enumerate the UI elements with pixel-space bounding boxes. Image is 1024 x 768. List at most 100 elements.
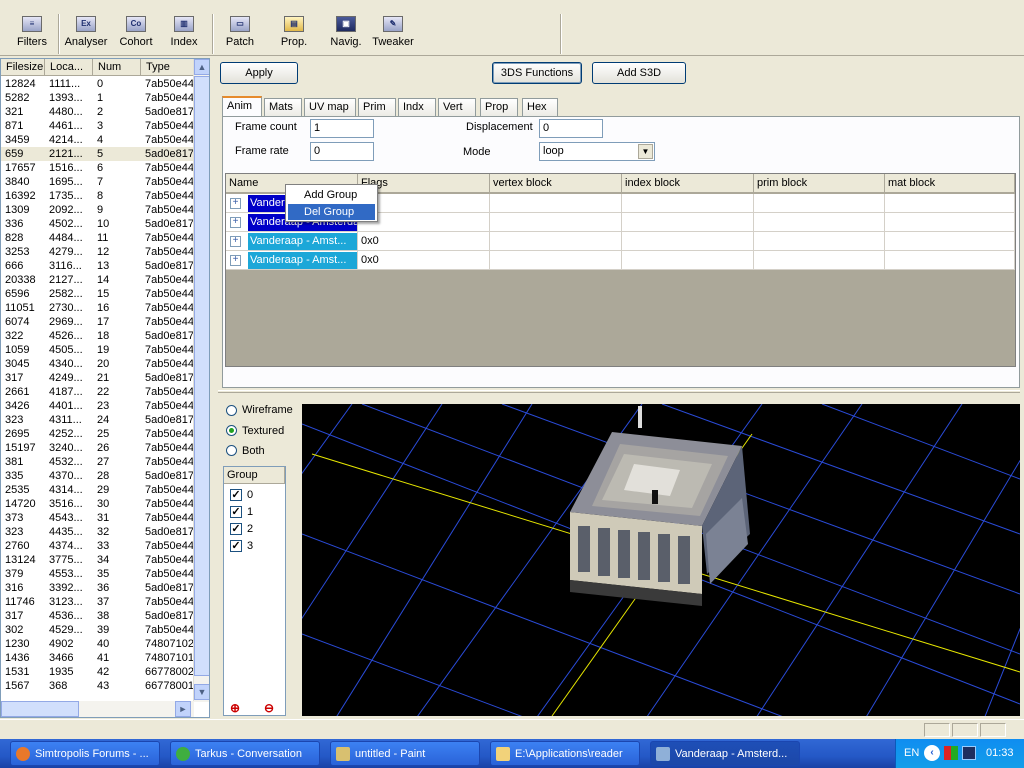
file-row[interactable]: 373 4543... 31 7ab50e44 <box>1 511 194 525</box>
filters-button[interactable]: ≡ Filters <box>10 14 54 54</box>
file-row[interactable]: 3459 4214... 4 7ab50e44 <box>1 133 194 147</box>
expand-icon[interactable]: + <box>230 198 241 209</box>
scroll-right-icon[interactable]: ► <box>175 701 191 717</box>
file-row[interactable]: 1567 368 43 66778001 <box>1 679 194 693</box>
tab-anim[interactable]: Anim <box>222 96 262 116</box>
scroll-thumb[interactable] <box>194 76 209 676</box>
del-group-menu-item[interactable]: Del Group <box>288 204 375 220</box>
column-header-location[interactable]: Loca... <box>45 59 93 76</box>
language-indicator[interactable]: EN <box>904 747 919 759</box>
viewport-canvas[interactable] <box>302 404 1020 716</box>
file-row[interactable]: 1531 1935 42 66778002 <box>1 665 194 679</box>
chevron-left-icon[interactable]: ‹ <box>924 745 940 761</box>
analyser-button[interactable]: Ex Analyser <box>62 14 110 54</box>
taskbar-item-vanderaap[interactable]: Vanderaap - Amsterd... <box>650 741 800 766</box>
file-row[interactable]: 321 4480... 2 5ad0e817 <box>1 105 194 119</box>
taskbar-item-simtropolis[interactable]: Simtropolis Forums - ... <box>10 741 160 766</box>
frame-rate-field[interactable]: 0 <box>310 142 374 161</box>
file-row[interactable]: 335 4370... 28 5ad0e817 <box>1 469 194 483</box>
group-0-checkbox[interactable]: ✓ <box>230 489 242 501</box>
vertex-block-cell[interactable] <box>490 213 622 232</box>
file-row[interactable]: 379 4553... 35 7ab50e44 <box>1 567 194 581</box>
file-row[interactable]: 16392 1735... 8 7ab50e44 <box>1 189 194 203</box>
tweaker-button[interactable]: ✎ Tweaker <box>370 14 416 54</box>
mat-block-cell[interactable] <box>885 194 1015 213</box>
file-row[interactable]: 3253 4279... 12 7ab50e44 <box>1 245 194 259</box>
mat-block-cell[interactable] <box>885 232 1015 251</box>
index-block-cell[interactable] <box>622 194 754 213</box>
index-block-cell[interactable] <box>622 232 754 251</box>
group-name[interactable]: Vanderaap - Amst... <box>248 252 357 269</box>
file-row[interactable]: 871 4461... 3 7ab50e44 <box>1 119 194 133</box>
file-row[interactable]: 11746 3123... 37 7ab50e44 <box>1 595 194 609</box>
expand-icon[interactable]: + <box>230 236 241 247</box>
column-header-filesize[interactable]: Filesize <box>1 59 45 76</box>
column-header-type[interactable]: Type <box>141 59 194 76</box>
mat-block-cell[interactable] <box>885 213 1015 232</box>
file-row[interactable]: 12824 1111... 0 7ab50e44 <box>1 77 194 91</box>
grid-header-mat-block[interactable]: mat block <box>885 174 1015 193</box>
file-row[interactable]: 336 4502... 10 5ad0e817 <box>1 217 194 231</box>
group-name[interactable]: Vanderaap - Amst... <box>248 233 357 250</box>
tab-prop[interactable]: Prop <box>480 98 518 116</box>
file-row[interactable]: 317 4249... 21 5ad0e817 <box>1 371 194 385</box>
pane-splitter[interactable] <box>218 390 1020 393</box>
mode-select[interactable]: loop ▼ <box>539 142 655 161</box>
3ds-functions-button[interactable]: 3DS Functions <box>492 62 582 84</box>
vertical-scrollbar[interactable]: ▲ ▼ <box>193 59 209 702</box>
horizontal-scroll-thumb[interactable] <box>1 701 79 717</box>
grid-header-vertex-block[interactable]: vertex block <box>490 174 622 193</box>
prim-block-cell[interactable] <box>754 194 885 213</box>
file-row[interactable]: 381 4532... 27 7ab50e44 <box>1 455 194 469</box>
tab-hex[interactable]: Hex <box>522 98 558 116</box>
prop-button[interactable]: ▤ Prop. <box>272 14 316 54</box>
file-row[interactable]: 3045 4340... 20 7ab50e44 <box>1 357 194 371</box>
file-row[interactable]: 11051 2730... 16 7ab50e44 <box>1 301 194 315</box>
file-row[interactable]: 2661 4187... 22 7ab50e44 <box>1 385 194 399</box>
file-row[interactable]: 659 2121... 5 5ad0e817 <box>1 147 194 161</box>
flags-cell[interactable]: 0x0 <box>358 232 490 251</box>
tray-network-icon[interactable] <box>962 746 976 760</box>
horizontal-scrollbar[interactable]: ► <box>1 701 194 717</box>
taskbar-item-conversation[interactable]: Tarkus - Conversation <box>170 741 320 766</box>
file-row[interactable]: 323 4435... 32 5ad0e817 <box>1 525 194 539</box>
file-row[interactable]: 666 3116... 13 5ad0e817 <box>1 259 194 273</box>
scroll-down-icon[interactable]: ▼ <box>194 684 209 700</box>
file-row[interactable]: 317 4536... 38 5ad0e817 <box>1 609 194 623</box>
grid-header-prim-block[interactable]: prim block <box>754 174 885 193</box>
patch-button[interactable]: ▭ Patch <box>218 14 262 54</box>
file-row[interactable]: 2535 4314... 29 7ab50e44 <box>1 483 194 497</box>
expand-icon[interactable]: + <box>230 217 241 228</box>
taskbar-item-explorer[interactable]: E:\Applications\reader <box>490 741 640 766</box>
file-row[interactable]: 828 4484... 11 7ab50e44 <box>1 231 194 245</box>
add-s3d-button[interactable]: Add S3D <box>592 62 686 84</box>
3d-viewport[interactable] <box>302 404 1020 716</box>
mat-block-cell[interactable] <box>885 251 1015 270</box>
vertex-block-cell[interactable] <box>490 232 622 251</box>
displacement-field[interactable]: 0 <box>539 119 603 138</box>
chevron-down-icon[interactable]: ▼ <box>638 144 653 159</box>
file-row[interactable]: 1230 4902 40 74807102 <box>1 637 194 651</box>
grid-header-index-block[interactable]: index block <box>622 174 754 193</box>
group-3-checkbox[interactable]: ✓ <box>230 540 242 552</box>
group-row[interactable]: + Vanderaap - Amst... 0x0 <box>226 232 1015 251</box>
tab-mats[interactable]: Mats <box>264 98 302 116</box>
prim-block-cell[interactable] <box>754 213 885 232</box>
tab-uv-map[interactable]: UV map <box>304 98 356 116</box>
tab-prim[interactable]: Prim <box>358 98 396 116</box>
file-row[interactable]: 5282 1393... 1 7ab50e44 <box>1 91 194 105</box>
file-row[interactable]: 302 4529... 39 7ab50e44 <box>1 623 194 637</box>
both-radio[interactable] <box>226 445 237 456</box>
file-row[interactable]: 2760 4374... 33 7ab50e44 <box>1 539 194 553</box>
file-row[interactable]: 15197 3240... 26 7ab50e44 <box>1 441 194 455</box>
vertex-block-cell[interactable] <box>490 194 622 213</box>
wireframe-radio[interactable] <box>226 405 237 416</box>
frame-count-field[interactable]: 1 <box>310 119 374 138</box>
file-list[interactable]: Filesize Loca... Num Type 12824 1111... 0 7… <box>0 58 210 718</box>
file-row[interactable]: 323 4311... 24 5ad0e817 <box>1 413 194 427</box>
index-block-cell[interactable] <box>622 213 754 232</box>
add-group-menu-item[interactable]: Add Group <box>288 187 375 203</box>
file-row[interactable]: 1309 2092... 9 7ab50e44 <box>1 203 194 217</box>
prim-block-cell[interactable] <box>754 251 885 270</box>
expand-icon[interactable]: + <box>230 255 241 266</box>
